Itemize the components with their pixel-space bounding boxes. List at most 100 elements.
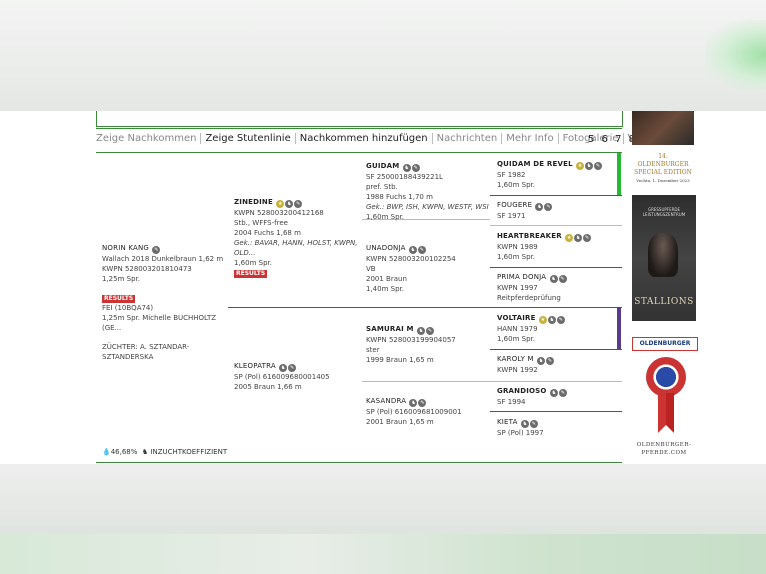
horse-line: HANN 1979 <box>497 325 538 333</box>
results-badge[interactable]: RESULTS <box>234 270 268 278</box>
horse-name[interactable]: QUIDAM DE REVEL <box>497 160 573 168</box>
tab-zeige-stutenlinie[interactable]: Zeige Stutenlinie <box>201 133 296 144</box>
edit-icon[interactable]: ✎ <box>411 164 420 172</box>
divider-bottom <box>96 462 622 463</box>
horse-head-icon[interactable]: ♞ <box>535 203 544 211</box>
horse-head-icon[interactable]: ♞ <box>584 162 593 170</box>
horse-line: SF 1994 <box>497 398 526 406</box>
edit-icon[interactable]: ✎ <box>593 162 602 170</box>
edit-icon[interactable]: ✎ <box>583 234 592 242</box>
edit-icon[interactable]: ✎ <box>544 203 553 211</box>
horse-head-icon[interactable]: ♞ <box>416 327 425 335</box>
horse-head-icon[interactable]: ♞ <box>549 389 558 397</box>
horse-head-icon[interactable]: ♞ <box>279 364 288 372</box>
guidam-cell: GUIDAM ♞ ✎ SF 25000188439221L pref. Stb. … <box>366 161 490 222</box>
edit-icon[interactable]: ✎ <box>294 200 303 208</box>
horse-head-icon[interactable]: ♞ <box>549 275 558 283</box>
ad-photo[interactable] <box>632 111 694 145</box>
horse-line: KWPN 528003199904057 <box>366 336 456 344</box>
horse-line: 1,40m Spr. <box>366 285 404 293</box>
gen2-separator-2 <box>362 307 490 308</box>
horse-line: SF 1971 <box>497 212 526 220</box>
edit-icon[interactable]: ✎ <box>545 357 554 365</box>
tab-zeige-nachkommen[interactable]: Zeige Nachkommen <box>96 133 202 144</box>
edit-icon[interactable]: ✎ <box>418 399 427 407</box>
horse-line: KWPN 528003200102254 <box>366 255 456 263</box>
tab-nachkommen-hinzufuegen[interactable]: Nachkommen hinzufügen <box>296 133 433 144</box>
horse-head-icon[interactable]: ♞ <box>408 246 417 254</box>
horse-head-icon[interactable]: ♞ <box>409 399 418 407</box>
quidam-cell: QUIDAM DE REVEL ★ ♞ ✎ SF 1982 1,60m Spr. <box>497 159 615 190</box>
horse-name[interactable]: KIETA <box>497 418 518 426</box>
horse-line: SP (Pol) 616009681009001 <box>366 408 462 416</box>
results-badge[interactable]: RESULTS <box>102 295 136 303</box>
voltaire-color-bar <box>617 307 621 349</box>
divider-tabs <box>96 152 622 153</box>
horse-line: 1999 Braun 1,65 m <box>366 356 434 364</box>
edit-icon[interactable]: ✎ <box>529 420 538 428</box>
inbreeding: 💧46,68% ♞ INZUCHTKOEFFIZIENT <box>102 448 227 456</box>
website-link[interactable]: OLDENBURGER- PFERDE.COM <box>632 441 696 457</box>
blurred-footer <box>0 464 766 574</box>
edit-icon[interactable]: ✎ <box>558 275 567 283</box>
fei-result: 1,25m Spr. Michelle BUCHHOLTZ (GE... <box>102 314 217 332</box>
medal-icon: ★ <box>575 162 584 170</box>
heartbreaker-cell: HEARTBREAKER ★ ♞ ✎ KWPN 1989 1,60m Spr. <box>497 231 615 262</box>
horse-name[interactable]: NORIN KANG <box>102 244 149 252</box>
ad-text: 14. OLDENBURGER <box>637 153 689 168</box>
horse-line: 1,25m Spr. <box>102 275 140 283</box>
sire-name[interactable]: ZINEDINE <box>234 198 273 206</box>
sire-line: Gek.: BAVAR, HANN, HOLST, KWPN, OLD... <box>234 239 358 257</box>
horse-head-icon[interactable]: ♞ <box>547 316 556 324</box>
horse-line: 2001 Braun <box>366 275 407 283</box>
edit-icon[interactable]: ✎ <box>417 246 426 254</box>
horse-name[interactable]: GRANDIOSO <box>497 387 547 395</box>
blurred-decoration <box>0 534 766 574</box>
horse-name[interactable]: FOUGERE <box>497 201 532 209</box>
horse-head-icon[interactable]: ♞ <box>285 200 294 208</box>
edit-icon[interactable]: ✎ <box>152 246 161 254</box>
divider-top <box>96 128 622 129</box>
horse-icon: ♞ <box>141 448 149 456</box>
inbreeding-label[interactable]: INZUCHTKOEFFIZIENT <box>150 448 227 456</box>
special-edition-ad[interactable]: 14. OLDENBURGER SPECIAL EDITION Vechta, … <box>632 153 694 185</box>
horse-name[interactable]: HEARTBREAKER <box>497 232 562 240</box>
pedigree-page: Zeige Nachkommen Zeige Stutenlinie Nachkom… <box>0 111 766 464</box>
horse-line: KWPN 1989 <box>497 243 538 251</box>
edit-icon[interactable]: ✎ <box>425 327 434 335</box>
horse-name[interactable]: GUIDAM <box>366 162 399 170</box>
top-box <box>96 111 623 127</box>
horse-head-icon[interactable]: ♞ <box>536 357 545 365</box>
edit-icon[interactable]: ✎ <box>288 364 297 372</box>
horse-head-icon[interactable]: ♞ <box>574 234 583 242</box>
horse-name[interactable]: UNADONJA <box>366 244 406 252</box>
sire-line: KWPN 528003200412168 <box>234 209 324 217</box>
horse-name[interactable]: PRIMA DONJA <box>497 273 546 281</box>
medal-icon: ★ <box>565 234 574 242</box>
horse-line: KWPN 1992 <box>497 366 538 374</box>
dam-name[interactable]: KLEOPATRA <box>234 362 276 370</box>
horse-head-icon[interactable]: ♞ <box>520 420 529 428</box>
horse-name[interactable]: SAMURAI M <box>366 325 414 333</box>
horse-name[interactable]: KAROLY M <box>497 355 534 363</box>
horse-head-icon[interactable]: ♞ <box>402 164 411 172</box>
oldenburger-logo[interactable]: OLDENBURGER <box>632 337 698 351</box>
tab-nachrichten[interactable]: Nachrichten <box>433 133 503 144</box>
ribbon-icon <box>658 393 674 433</box>
unadonja-cell: UNADONJA ♞ ✎ KWPN 528003200102254 VB 2001… <box>366 243 490 294</box>
medal-icon: ★ <box>538 316 547 324</box>
ad-text: GRESSUPFERDE LEISTUNGSZENTRUM <box>642 207 686 217</box>
edit-icon[interactable]: ✎ <box>558 389 567 397</box>
horse-name[interactable]: VOLTAIRE <box>497 314 536 322</box>
horse-line: 1,60m Spr. <box>497 335 535 343</box>
horse-line: KWPN 528003201810473 <box>102 265 192 273</box>
horse-name[interactable]: KASANDRA <box>366 397 406 405</box>
sire-line: Stb., WFFS-free <box>234 219 288 227</box>
gen3-sep-4 <box>490 307 622 308</box>
edit-icon[interactable]: ✎ <box>556 316 565 324</box>
gen1-separator <box>228 307 362 308</box>
stallions-ad[interactable]: GRESSUPFERDE LEISTUNGSZENTRUM STALLIONS <box>632 195 696 321</box>
kieta-cell: KIETA ♞ ✎ SP (Pol) 1997 <box>497 417 615 438</box>
gen3-sep-1 <box>490 195 622 196</box>
tab-mehr-info[interactable]: Mehr Info <box>502 133 559 144</box>
